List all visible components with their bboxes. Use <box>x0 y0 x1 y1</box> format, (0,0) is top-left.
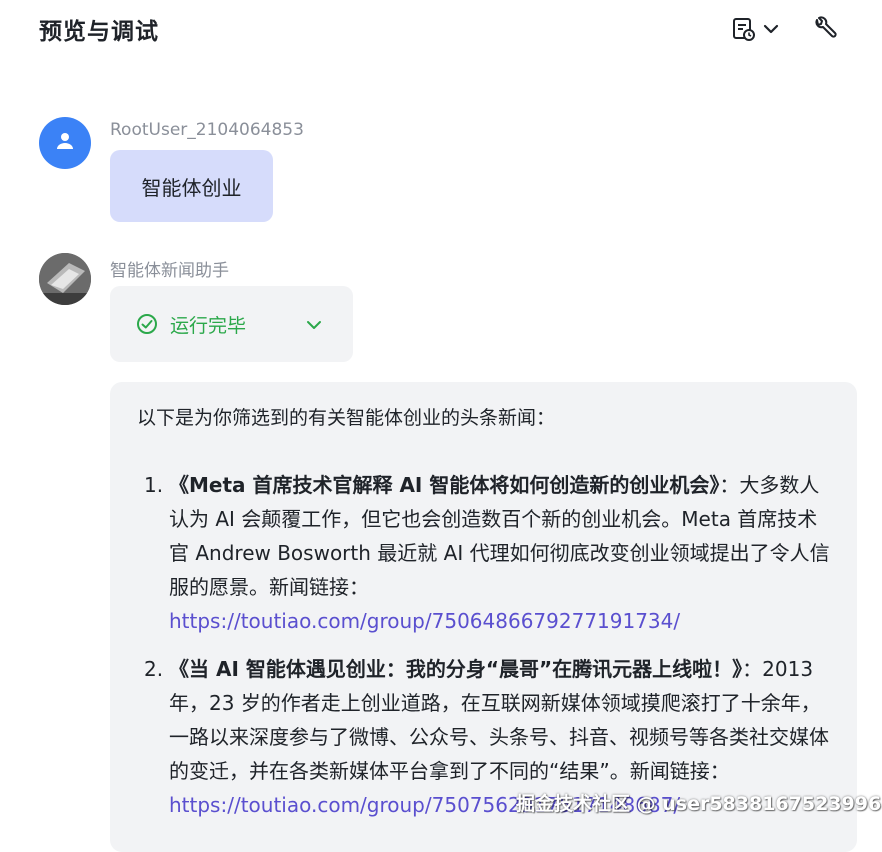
page-title: 预览与调试 <box>39 19 159 45</box>
run-status-label: 运行完毕 <box>170 314 247 337</box>
chevron-down-icon <box>306 316 322 335</box>
news-title: 《当 AI 智能体遇见创业：我的分身“晨哥”在腾讯元器上线啦！》 <box>169 657 743 681</box>
check-circle-icon <box>136 313 158 335</box>
user-message-bubble: 智能体创业 <box>110 150 273 222</box>
wrench-icon <box>811 16 837 42</box>
agent-answer-card: 以下是为你筛选到的有关智能体创业的头条新闻： 1. 《Meta 首席技术官解释 … <box>110 382 857 852</box>
list-item: 1. 《Meta 首席技术官解释 AI 智能体将如何创造新的创业机会》：大多数人… <box>144 468 834 638</box>
watermark-text: 掘金技术社区 @ user5838167523996 <box>516 793 882 815</box>
tools-button[interactable] <box>806 12 842 46</box>
header-bar: 预览与调试 <box>0 0 882 60</box>
news-list: 1. 《Meta 首席技术官解释 AI 智能体将如何创造新的创业机会》：大多数人… <box>144 468 834 836</box>
agent-avatar <box>39 253 91 305</box>
list-item-number: 2. <box>144 657 164 681</box>
chevron-down-icon <box>763 23 779 35</box>
user-name: RootUser_2104064853 <box>110 120 304 140</box>
history-icon <box>731 16 757 42</box>
user-icon <box>54 130 76 156</box>
list-item-number: 1. <box>144 473 164 497</box>
agent-name: 智能体新闻助手 <box>110 261 229 281</box>
user-avatar <box>39 117 91 169</box>
history-dropdown-button[interactable] <box>728 12 782 46</box>
answer-intro: 以下是为你筛选到的有关智能体创业的头条新闻： <box>137 407 556 429</box>
run-status-card[interactable]: 运行完毕 <box>110 286 353 362</box>
news-title: 《Meta 首席技术官解释 AI 智能体将如何创造新的创业机会》 <box>169 473 720 497</box>
news-link[interactable]: https://toutiao.com/group/75064866792771… <box>169 604 834 638</box>
